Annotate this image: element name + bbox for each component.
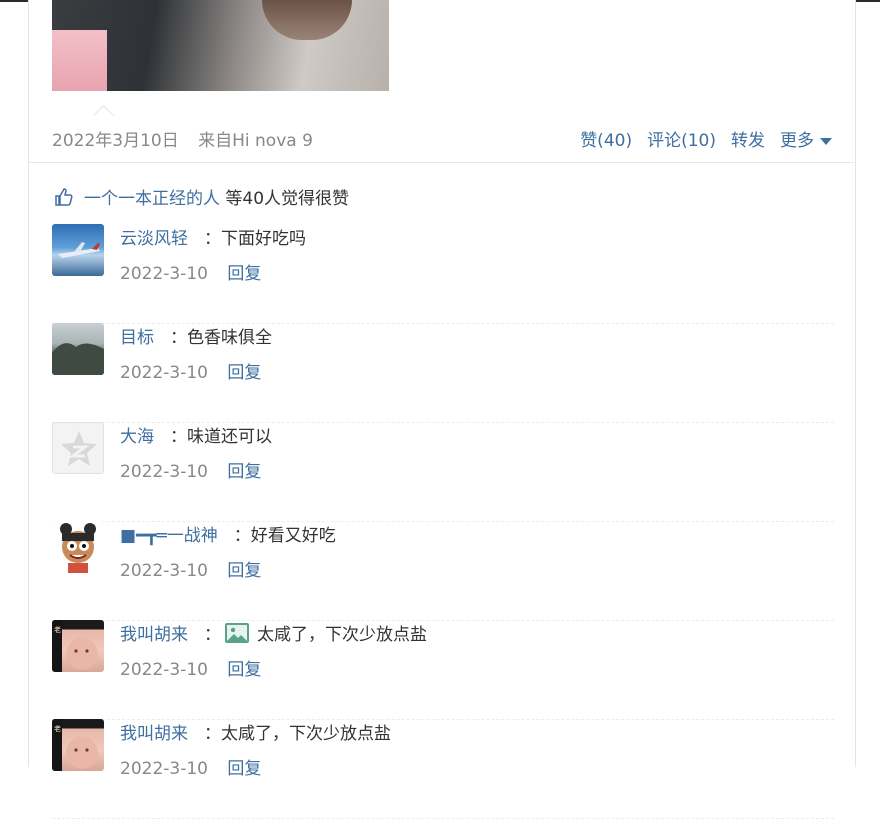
svg-text:老: 老 xyxy=(54,724,61,733)
like-user-link[interactable]: 一个一本正经的人 xyxy=(84,184,220,209)
comment-author[interactable]: 我叫胡来 xyxy=(120,620,188,645)
comment-date: 2022-3-10 xyxy=(120,363,208,383)
more-label: 更多 xyxy=(780,131,814,151)
reply-link[interactable]: 回复 xyxy=(227,264,261,284)
avatar[interactable] xyxy=(52,323,104,375)
comment-date: 2022-3-10 xyxy=(120,561,208,581)
comment-button[interactable]: 评论(10) xyxy=(647,126,716,151)
comment-text: 太咸了，下次少放点盐 xyxy=(257,625,427,645)
avatar[interactable]: 老 xyxy=(52,620,104,672)
likes-suffix: 觉得很赞 xyxy=(281,189,350,209)
reply-link[interactable]: 回复 xyxy=(227,462,261,482)
comment-date: 2022-3-10 xyxy=(120,759,208,779)
avatar[interactable]: 老 xyxy=(52,719,104,771)
comment-text: ：味道还可以 xyxy=(170,427,272,447)
avatar[interactable] xyxy=(52,521,104,573)
comment-text: ：太咸了，下次少放点盐 xyxy=(204,724,391,744)
thumbs-up-icon xyxy=(55,187,73,206)
more-button[interactable]: 更多 xyxy=(780,126,832,151)
comment-text: ：色香味俱全 xyxy=(170,328,272,348)
comment-text: ：好看又好吃 xyxy=(233,526,336,546)
avatar[interactable] xyxy=(52,224,104,276)
comment-text-prefix: ： xyxy=(204,625,221,645)
comment-author[interactable]: ■━┳═一战神 xyxy=(120,521,218,546)
like-count-link[interactable]: 等40人 xyxy=(225,184,281,209)
post-date: 2022年3月10日 xyxy=(52,131,179,151)
comment-date: 2022-3-10 xyxy=(120,462,208,482)
like-button[interactable]: 赞(40) xyxy=(580,126,632,151)
comment-item: 目标 ：色香味俱全 2022-3-10 回复 xyxy=(52,323,834,423)
reply-link[interactable]: 回复 xyxy=(227,660,261,680)
post-source: 来自Hi nova 9 xyxy=(198,131,313,151)
post-meta: 2022年3月10日 来自Hi nova 9 xyxy=(52,126,313,151)
image-icon[interactable] xyxy=(225,622,249,643)
comment-date: 2022-3-10 xyxy=(120,264,208,284)
comment-item: 大海 ：味道还可以 2022-3-10 回复 xyxy=(52,422,834,522)
comment-item: 老 我叫胡来 ： 太咸了，下次少放点盐 2022-3-10 回复 xyxy=(52,620,834,720)
forward-button[interactable]: 转发 xyxy=(731,126,765,151)
comment-item: ■━┳═一战神 ：好看又好吃 2022-3-10 回复 xyxy=(52,521,834,621)
comment-author[interactable]: 云淡风轻 xyxy=(120,224,188,249)
default-avatar-icon[interactable] xyxy=(52,422,104,474)
post-photo[interactable] xyxy=(52,0,389,91)
reply-link[interactable]: 回复 xyxy=(227,363,261,383)
comment-author[interactable]: 我叫胡来 xyxy=(120,719,188,744)
likes-summary: 一个一本正经的人 等40人 觉得很赞 xyxy=(54,184,349,209)
comment-author[interactable]: 目标 xyxy=(120,323,154,348)
comment-item: 云淡风轻 ：下面好吃吗 2022-3-10 回复 xyxy=(52,224,834,324)
reply-link[interactable]: 回复 xyxy=(227,561,261,581)
comment-text: ：下面好吃吗 xyxy=(204,229,306,249)
caret-down-icon xyxy=(820,137,832,145)
svg-text:老: 老 xyxy=(54,625,61,634)
comment-item: 老 我叫胡来 ：太咸了，下次少放点盐 2022-3-10 回复 xyxy=(52,719,834,819)
comment-author[interactable]: 大海 xyxy=(120,422,154,447)
comment-date: 2022-3-10 xyxy=(120,660,208,680)
post-meta-bar: 2022年3月10日 来自Hi nova 9 赞(40) 评论(10) 转发 更… xyxy=(28,104,854,163)
post-actions: 赞(40) 评论(10) 转发 更多 xyxy=(580,126,832,151)
reply-link[interactable]: 回复 xyxy=(227,759,261,779)
